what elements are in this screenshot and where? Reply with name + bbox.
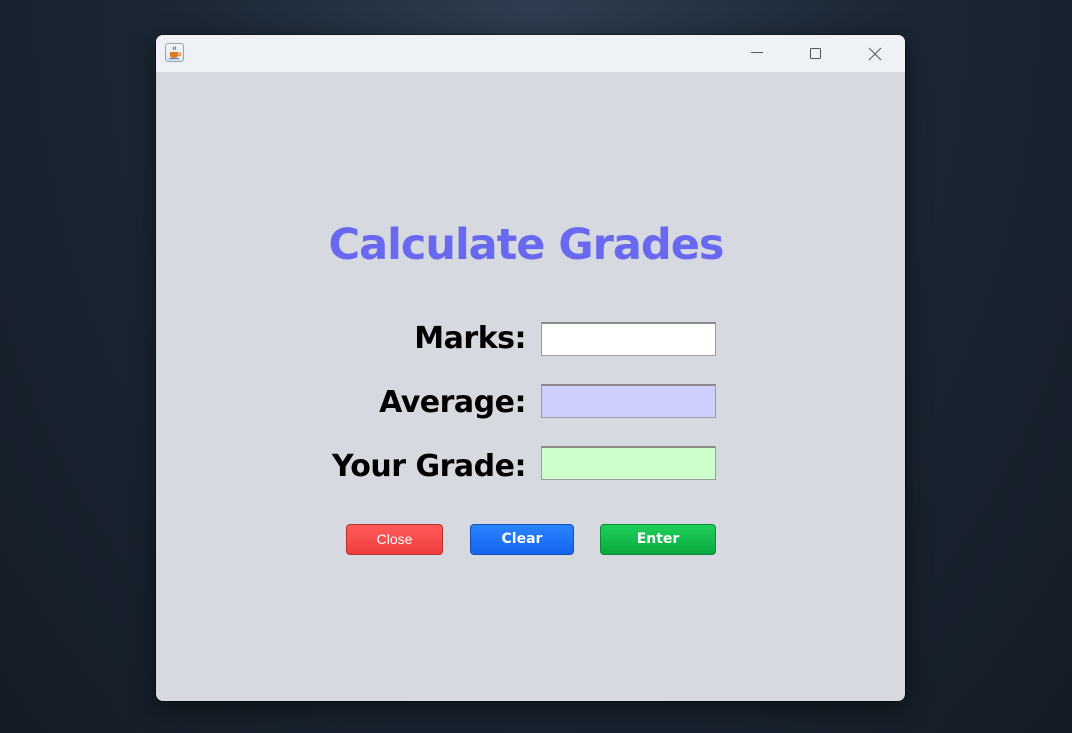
minimize-icon: [751, 52, 763, 53]
marks-label: Marks:: [414, 321, 526, 356]
minimize-button[interactable]: [728, 35, 786, 72]
marks-input[interactable]: [541, 322, 716, 356]
average-label: Average:: [379, 385, 526, 420]
average-field[interactable]: [541, 384, 716, 418]
java-cup-icon: [165, 43, 184, 62]
grade-field[interactable]: [541, 446, 716, 480]
clear-button[interactable]: Clear: [470, 524, 574, 555]
app-window: Calculate Grades Marks: Average: Your Gr…: [156, 35, 905, 701]
maximize-button[interactable]: [787, 35, 845, 72]
maximize-icon: [810, 48, 821, 59]
enter-button[interactable]: Enter: [600, 524, 716, 555]
page-title: Calculate Grades: [328, 220, 725, 270]
form-panel: Calculate Grades Marks: Average: Your Gr…: [156, 72, 905, 701]
close-icon: [868, 47, 882, 61]
grade-label: Your Grade:: [331, 449, 527, 484]
title-bar[interactable]: [156, 35, 905, 72]
close-button[interactable]: Close: [346, 524, 443, 555]
window-close-button[interactable]: [846, 35, 904, 72]
